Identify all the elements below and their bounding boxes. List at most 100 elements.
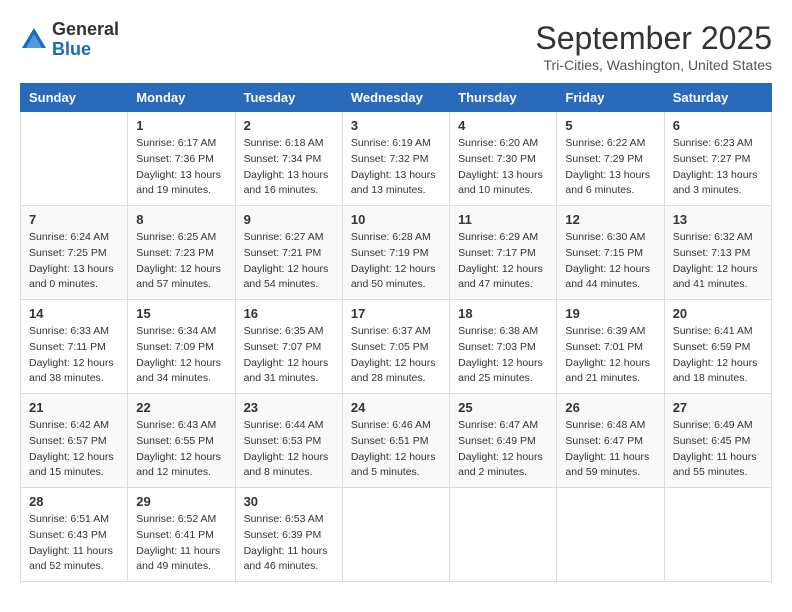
day-info: Sunrise: 6:24 AMSunset: 7:25 PMDaylight:… bbox=[29, 230, 119, 293]
calendar-week-1: 1 Sunrise: 6:17 AMSunset: 7:36 PMDaylight… bbox=[21, 112, 772, 206]
sunset-text: Sunset: 7:36 PM bbox=[136, 152, 226, 168]
sunset-text: Sunset: 7:27 PM bbox=[673, 152, 763, 168]
day-number: 16 bbox=[244, 306, 334, 321]
sunset-text: Sunset: 6:51 PM bbox=[351, 434, 441, 450]
calendar-week-5: 28 Sunrise: 6:51 AMSunset: 6:43 PMDayligh… bbox=[21, 488, 772, 582]
sunset-text: Sunset: 7:29 PM bbox=[565, 152, 655, 168]
daylight-text: Daylight: 12 hours and 50 minutes. bbox=[351, 262, 441, 294]
day-number: 13 bbox=[673, 212, 763, 227]
sunset-text: Sunset: 7:07 PM bbox=[244, 340, 334, 356]
daylight-text: Daylight: 12 hours and 21 minutes. bbox=[565, 356, 655, 388]
daylight-text: Daylight: 12 hours and 47 minutes. bbox=[458, 262, 548, 294]
calendar-cell: 6Sunrise: 6:23 AMSunset: 7:27 PMDaylight… bbox=[664, 112, 771, 206]
calendar-cell: 23Sunrise: 6:44 AMSunset: 6:53 PMDayligh… bbox=[235, 394, 342, 488]
daylight-text: Daylight: 13 hours and 6 minutes. bbox=[565, 168, 655, 200]
calendar-cell: 4 Sunrise: 6:20 AMSunset: 7:30 PMDaylight… bbox=[450, 112, 557, 206]
calendar-cell: 11Sunrise: 6:29 AMSunset: 7:17 PMDayligh… bbox=[450, 206, 557, 300]
title-area: September 2025 Tri-Cities, Washington, U… bbox=[535, 20, 772, 73]
day-info: Sunrise: 6:20 AMSunset: 7:30 PMDaylight:… bbox=[458, 136, 548, 199]
sunset-text: Sunset: 7:34 PM bbox=[244, 152, 334, 168]
daylight-text: Daylight: 12 hours and 2 minutes. bbox=[458, 450, 548, 482]
day-number: 4 bbox=[458, 118, 548, 133]
day-info: Sunrise: 6:19 AMSunset: 7:32 PMDaylight:… bbox=[351, 136, 441, 199]
day-info: Sunrise: 6:32 AMSunset: 7:13 PMDaylight:… bbox=[673, 230, 763, 293]
day-info: Sunrise: 6:51 AMSunset: 6:43 PMDaylight:… bbox=[29, 512, 119, 575]
calendar-cell: 9Sunrise: 6:27 AMSunset: 7:21 PMDaylight… bbox=[235, 206, 342, 300]
sunset-text: Sunset: 7:32 PM bbox=[351, 152, 441, 168]
day-number: 14 bbox=[29, 306, 119, 321]
sunrise-text: Sunrise: 6:37 AM bbox=[351, 324, 441, 340]
daylight-text: Daylight: 11 hours and 46 minutes. bbox=[244, 544, 334, 576]
day-number: 21 bbox=[29, 400, 119, 415]
calendar-cell: 20Sunrise: 6:41 AMSunset: 6:59 PMDayligh… bbox=[664, 300, 771, 394]
day-info: Sunrise: 6:46 AMSunset: 6:51 PMDaylight:… bbox=[351, 418, 441, 481]
sunrise-text: Sunrise: 6:28 AM bbox=[351, 230, 441, 246]
calendar-cell: 25Sunrise: 6:47 AMSunset: 6:49 PMDayligh… bbox=[450, 394, 557, 488]
sunrise-text: Sunrise: 6:33 AM bbox=[29, 324, 119, 340]
daylight-text: Daylight: 13 hours and 13 minutes. bbox=[351, 168, 441, 200]
daylight-text: Daylight: 12 hours and 18 minutes. bbox=[673, 356, 763, 388]
day-info: Sunrise: 6:17 AMSunset: 7:36 PMDaylight:… bbox=[136, 136, 226, 199]
calendar-cell: 27Sunrise: 6:49 AMSunset: 6:45 PMDayligh… bbox=[664, 394, 771, 488]
weekday-header-sunday: Sunday bbox=[21, 84, 128, 112]
day-number: 24 bbox=[351, 400, 441, 415]
day-number: 1 bbox=[136, 118, 226, 133]
day-number: 27 bbox=[673, 400, 763, 415]
daylight-text: Daylight: 12 hours and 38 minutes. bbox=[29, 356, 119, 388]
daylight-text: Daylight: 12 hours and 31 minutes. bbox=[244, 356, 334, 388]
sunset-text: Sunset: 6:53 PM bbox=[244, 434, 334, 450]
sunrise-text: Sunrise: 6:39 AM bbox=[565, 324, 655, 340]
sunrise-text: Sunrise: 6:53 AM bbox=[244, 512, 334, 528]
sunrise-text: Sunrise: 6:34 AM bbox=[136, 324, 226, 340]
sunrise-text: Sunrise: 6:29 AM bbox=[458, 230, 548, 246]
day-info: Sunrise: 6:53 AMSunset: 6:39 PMDaylight:… bbox=[244, 512, 334, 575]
logo-blue: Blue bbox=[52, 40, 119, 60]
day-number: 10 bbox=[351, 212, 441, 227]
calendar-cell: 5Sunrise: 6:22 AMSunset: 7:29 PMDaylight… bbox=[557, 112, 664, 206]
calendar-cell: 19Sunrise: 6:39 AMSunset: 7:01 PMDayligh… bbox=[557, 300, 664, 394]
sunrise-text: Sunrise: 6:42 AM bbox=[29, 418, 119, 434]
sunset-text: Sunset: 6:55 PM bbox=[136, 434, 226, 450]
daylight-text: Daylight: 13 hours and 3 minutes. bbox=[673, 168, 763, 200]
calendar-cell: 2Sunrise: 6:18 AMSunset: 7:34 PMDaylight… bbox=[235, 112, 342, 206]
day-info: Sunrise: 6:25 AMSunset: 7:23 PMDaylight:… bbox=[136, 230, 226, 293]
daylight-text: Daylight: 12 hours and 34 minutes. bbox=[136, 356, 226, 388]
calendar-cell: 3 Sunrise: 6:19 AMSunset: 7:32 PMDaylight… bbox=[342, 112, 449, 206]
sunset-text: Sunset: 6:49 PM bbox=[458, 434, 548, 450]
calendar-cell: 26Sunrise: 6:48 AMSunset: 6:47 PMDayligh… bbox=[557, 394, 664, 488]
day-number: 30 bbox=[244, 494, 334, 509]
calendar-cell: 10 Sunrise: 6:28 AMSunset: 7:19 PMDayligh… bbox=[342, 206, 449, 300]
sunset-text: Sunset: 7:25 PM bbox=[29, 246, 119, 262]
day-info: Sunrise: 6:42 AMSunset: 6:57 PMDaylight:… bbox=[29, 418, 119, 481]
day-number: 11 bbox=[458, 212, 548, 227]
sunset-text: Sunset: 7:05 PM bbox=[351, 340, 441, 356]
day-info: Sunrise: 6:41 AMSunset: 6:59 PMDaylight:… bbox=[673, 324, 763, 387]
sunrise-text: Sunrise: 6:48 AM bbox=[565, 418, 655, 434]
daylight-text: Daylight: 12 hours and 25 minutes. bbox=[458, 356, 548, 388]
weekday-header-monday: Monday bbox=[128, 84, 235, 112]
day-number: 3 bbox=[351, 118, 441, 133]
sunset-text: Sunset: 6:59 PM bbox=[673, 340, 763, 356]
daylight-text: Daylight: 13 hours and 16 minutes. bbox=[244, 168, 334, 200]
sunrise-text: Sunrise: 6:51 AM bbox=[29, 512, 119, 528]
sunrise-text: Sunrise: 6:30 AM bbox=[565, 230, 655, 246]
day-number: 28 bbox=[29, 494, 119, 509]
sunset-text: Sunset: 7:19 PM bbox=[351, 246, 441, 262]
sunset-text: Sunset: 6:39 PM bbox=[244, 528, 334, 544]
daylight-text: Daylight: 12 hours and 12 minutes. bbox=[136, 450, 226, 482]
day-number: 9 bbox=[244, 212, 334, 227]
day-number: 12 bbox=[565, 212, 655, 227]
sunrise-text: Sunrise: 6:46 AM bbox=[351, 418, 441, 434]
day-number: 25 bbox=[458, 400, 548, 415]
calendar-cell: 16Sunrise: 6:35 AMSunset: 7:07 PMDayligh… bbox=[235, 300, 342, 394]
day-info: Sunrise: 6:37 AMSunset: 7:05 PMDaylight:… bbox=[351, 324, 441, 387]
sunset-text: Sunset: 7:11 PM bbox=[29, 340, 119, 356]
calendar-cell: 30 Sunrise: 6:53 AMSunset: 6:39 PMDayligh… bbox=[235, 488, 342, 582]
weekday-header-wednesday: Wednesday bbox=[342, 84, 449, 112]
calendar-cell bbox=[557, 488, 664, 582]
day-info: Sunrise: 6:44 AMSunset: 6:53 PMDaylight:… bbox=[244, 418, 334, 481]
day-number: 18 bbox=[458, 306, 548, 321]
sunset-text: Sunset: 6:57 PM bbox=[29, 434, 119, 450]
sunset-text: Sunset: 6:45 PM bbox=[673, 434, 763, 450]
day-info: Sunrise: 6:22 AMSunset: 7:29 PMDaylight:… bbox=[565, 136, 655, 199]
